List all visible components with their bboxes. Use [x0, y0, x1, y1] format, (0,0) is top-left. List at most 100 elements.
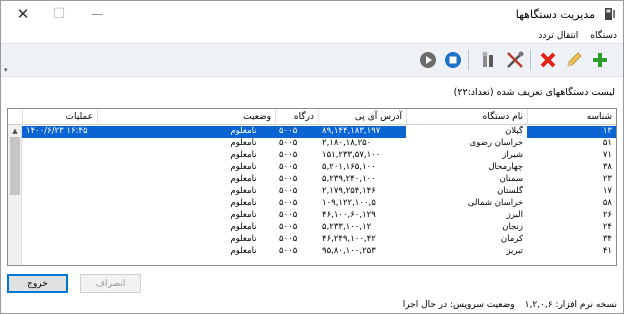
close-icon[interactable]: ✕: [5, 3, 41, 25]
tools-icon[interactable]: [477, 49, 499, 71]
cell-ip: ۴۶,۲۴۹,۱۰۰,۴۲: [322, 234, 376, 244]
column-header-status[interactable]: وضعیت: [97, 109, 275, 125]
edit-icon[interactable]: [563, 49, 585, 71]
cancel-button[interactable]: انصراف: [80, 274, 141, 293]
column-header-port[interactable]: درگاه: [275, 109, 318, 125]
scroll-up-icon[interactable]: ▲: [8, 125, 22, 137]
cell-port: ۵۰۰۵: [279, 246, 298, 256]
status-bar: نسخه نرم افزار: ۱,۲,۰,۶ وضعیت سرویس: در …: [1, 297, 623, 313]
cell-status: نامعلوم: [230, 174, 257, 184]
cell-id: ۲۴: [602, 222, 612, 232]
table-row[interactable]: نامعلوم ۵۰۰۵ ۵,۲۰۱,۱۶۵,۱۰۰ چهارمحال ۳۸: [8, 162, 616, 174]
cell-ops: ۱۴۰۰/۶/۲۳ ۱۶:۴۵: [26, 126, 88, 136]
wrench-icon[interactable]: [504, 49, 526, 71]
cell-ip: ۵,۲۳۹,۲۴۰,۱۰۰: [322, 174, 376, 184]
cell-status: نامعلوم: [230, 246, 257, 256]
window-title: مدیریت دستگاهها: [515, 8, 595, 21]
cell-status: نامعلوم: [230, 138, 257, 148]
cell-id: ۲۶: [602, 210, 612, 220]
cell-status: نامعلوم: [230, 222, 257, 232]
delete-icon[interactable]: [537, 49, 559, 71]
column-header-name[interactable]: نام دستگاه: [406, 109, 527, 125]
toolbar-overflow-icon[interactable]: ▾: [4, 66, 8, 74]
cell-name: خراسان شمالی: [467, 198, 523, 208]
cell-id: ۵۱: [602, 138, 612, 148]
device-grid[interactable]: عملیات وضعیت درگاه آدرس آی پی نام دستگاه…: [7, 108, 617, 266]
cell-name: خراسان رضوی: [469, 138, 523, 148]
cell-ip: ۹۵,۸۰,۱۰۰,۲۵۳: [322, 246, 376, 256]
cell-status: نامعلوم: [230, 150, 257, 160]
table-row[interactable]: نامعلوم ۵۰۰۵ ۵,۲۳۹,۲۴۰,۱۰۰ سمنان ۲۳: [8, 174, 616, 186]
stop-icon[interactable]: [442, 49, 464, 71]
cell-id: ۳۴: [602, 234, 612, 244]
cell-ip: ۱۰۹,۱۲۲,۱۰۰,۵: [322, 198, 376, 208]
software-version: نسخه نرم افزار: ۱,۲,۰,۶: [524, 300, 617, 310]
cell-status: نامعلوم: [230, 234, 257, 244]
cell-name: کرمان: [500, 234, 523, 244]
menu-device[interactable]: دستگاه: [584, 29, 623, 43]
cell-id: ۲۳: [602, 174, 612, 184]
cell-name: سمنان: [499, 174, 523, 184]
cell-id: ۵۸: [602, 198, 612, 208]
cell-status: نامعلوم: [230, 186, 257, 196]
table-row[interactable]: ۱۴۰۰/۶/۲۳ ۱۶:۴۵ نامعلوم ۵۰۰۵ ۸۹,۱۴۴,۱۸۳,…: [8, 126, 616, 138]
column-header-id[interactable]: شناسه: [527, 109, 616, 125]
cell-name: گلستان: [497, 186, 523, 196]
toolbar-separator: [468, 50, 469, 70]
cell-status: نامعلوم: [230, 198, 257, 208]
table-row[interactable]: نامعلوم ۵۰۰۵ ۴۶,۲۴۹,۱۰۰,۴۲ کرمان ۳۴: [8, 234, 616, 246]
grid-scrollbar[interactable]: ▲: [8, 125, 22, 265]
table-row[interactable]: نامعلوم ۵۰۰۵ ۲,۱۸۰,۱۸,۲۵۰ خراسان رضوی ۵۱: [8, 138, 616, 150]
exit-button[interactable]: خروج: [7, 274, 68, 293]
column-header-ip[interactable]: آدرس آی پی: [318, 109, 406, 125]
add-icon[interactable]: [589, 49, 611, 71]
cell-name: زنجان: [502, 222, 523, 232]
cell-id: ۱۳: [602, 126, 612, 136]
maximize-icon[interactable]: ☐: [41, 3, 77, 25]
scrollbar-thumb[interactable]: [10, 137, 20, 195]
cell-name: البرز: [506, 210, 523, 220]
cell-name: چهارمحال: [488, 162, 523, 172]
cell-port: ۵۰۰۵: [279, 138, 298, 148]
title-bar: ✕ ☐ — مدیریت دستگاهها: [1, 1, 623, 29]
table-row[interactable]: نامعلوم ۵۰۰۵ ۵,۲۳۳,۱۰۰,۱۲ زنجان ۲۴: [8, 222, 616, 234]
cell-ip: ۲,۱۸۰,۱۸,۲۵۰: [322, 138, 372, 148]
cell-ip: ۵,۲۳۳,۱۰۰,۱۲: [322, 222, 372, 232]
table-row[interactable]: نامعلوم ۵۰۰۵ ۱۰۹,۱۲۲,۱۰۰,۵ خراسان شمالی …: [8, 198, 616, 210]
device-management-window: ✕ ☐ — مدیریت دستگاهها دستگاه انتقال تردد…: [0, 0, 624, 314]
cell-port: ۵۰۰۵: [279, 186, 298, 196]
cell-port: ۵۰۰۵: [279, 150, 298, 160]
toolbar-separator: [530, 50, 531, 70]
cell-port: ۵۰۰۵: [279, 222, 298, 232]
cell-port: ۵۰۰۵: [279, 234, 298, 244]
cell-port: ۵۰۰۵: [279, 174, 298, 184]
cell-ip: ۴۶,۱۰۰,۶۰,۱۲۹: [322, 210, 376, 220]
cell-ip: ۵,۲۰۱,۱۶۵,۱۰۰: [322, 162, 376, 172]
cell-status: نامعلوم: [230, 210, 257, 220]
table-row[interactable]: نامعلوم ۵۰۰۵ ۹۵,۸۰,۱۰۰,۲۵۳ تبریز ۴۱: [8, 246, 616, 258]
cell-port: ۵۰۰۵: [279, 162, 298, 172]
table-row[interactable]: نامعلوم ۵۰۰۵ ۱۵۱,۲۳۳,۵۷,۱۰۰ شیراز ۷۱: [8, 150, 616, 162]
cell-status: نامعلوم: [230, 162, 257, 172]
toolbar: ▾: [1, 43, 623, 77]
column-header-ops[interactable]: عملیات: [22, 109, 97, 125]
cell-id: ۷۱: [602, 150, 612, 160]
minimize-icon[interactable]: —: [79, 3, 115, 25]
service-status: وضعیت سرویس: در حال اجرا: [402, 300, 515, 310]
cell-port: ۵۰۰۵: [279, 210, 298, 220]
cell-ip: ۸۹,۱۴۴,۱۸۳,۱۹۷: [322, 126, 381, 136]
table-row[interactable]: نامعلوم ۵۰۰۵ ۴۶,۱۰۰,۶۰,۱۲۹ البرز ۲۶: [8, 210, 616, 222]
cell-id: ۴۱: [602, 246, 612, 256]
cell-name: شیراز: [502, 150, 523, 160]
cell-name: تبریز: [506, 246, 523, 256]
menu-transfer-traffic[interactable]: انتقال تردد: [532, 29, 584, 43]
cell-id: ۳۸: [602, 162, 612, 172]
app-icon: [605, 8, 615, 20]
cell-port: ۵۰۰۵: [279, 198, 298, 208]
table-row[interactable]: نامعلوم ۵۰۰۵ ۲,۱۷۹,۲۵۴,۱۴۶ گلستان ۱۷: [8, 186, 616, 198]
play-icon[interactable]: [417, 49, 439, 71]
device-list-caption: لیست دستگاههای تعریف شده (تعداد:۲۲): [453, 87, 615, 98]
cell-id: ۱۷: [602, 186, 612, 196]
cell-name: گیلان: [505, 126, 523, 136]
cell-port: ۵۰۰۵: [279, 126, 298, 136]
